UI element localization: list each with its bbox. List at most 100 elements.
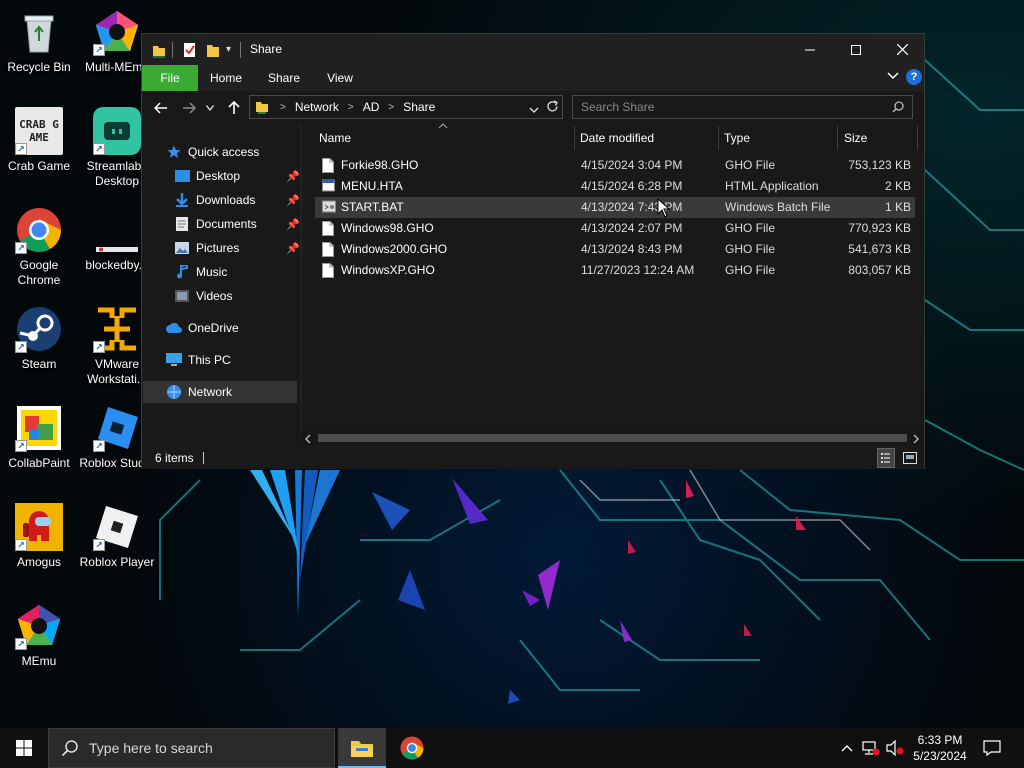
desktop-icon-recycle-bin[interactable]: Recycle Bin bbox=[0, 2, 78, 94]
shortcut-arrow-icon: ↗ bbox=[15, 440, 27, 452]
sidebar-item-quick-access[interactable]: Quick access bbox=[166, 141, 259, 163]
help-button[interactable]: ? bbox=[906, 69, 922, 85]
new-folder-icon[interactable] bbox=[206, 42, 220, 58]
recent-locations-button[interactable] bbox=[203, 97, 217, 119]
large-icons-view-button[interactable] bbox=[901, 448, 919, 468]
tab-file[interactable]: File bbox=[142, 65, 198, 91]
customize-toolbar-icon[interactable]: ▾ bbox=[226, 42, 231, 58]
taskbar-chrome[interactable] bbox=[388, 728, 436, 768]
address-bar[interactable]: > Network > AD > Share bbox=[249, 95, 563, 119]
sidebar-item-onedrive[interactable]: OneDrive bbox=[166, 317, 239, 339]
column-header-size[interactable]: Size bbox=[844, 126, 916, 150]
network-status-button[interactable] bbox=[860, 728, 882, 768]
title-bar[interactable]: ▾ Share bbox=[142, 34, 924, 65]
network-icon bbox=[166, 384, 182, 400]
close-button[interactable] bbox=[879, 34, 925, 65]
breadcrumb-ad[interactable]: AD bbox=[363, 100, 380, 114]
sidebar-item-downloads[interactable]: Downloads 📌 bbox=[174, 189, 300, 211]
taskbar-file-explorer[interactable] bbox=[338, 728, 386, 768]
taskbar-search-box[interactable]: Type here to search bbox=[48, 728, 335, 768]
breadcrumb-separator: > bbox=[388, 101, 395, 113]
volume-button[interactable] bbox=[884, 728, 906, 768]
up-button[interactable] bbox=[223, 97, 245, 119]
start-button[interactable] bbox=[0, 728, 48, 768]
show-hidden-icons-button[interactable] bbox=[838, 728, 856, 768]
desktop-icon-memu[interactable]: ↗ MEmu bbox=[0, 596, 78, 688]
search-input[interactable]: Search Share bbox=[572, 95, 913, 119]
sidebar-item-label: OneDrive bbox=[188, 321, 239, 335]
maximize-button[interactable] bbox=[833, 34, 879, 65]
desktop-icon-amogus[interactable]: ↗ Amogus bbox=[0, 497, 78, 589]
column-header-name[interactable]: Name bbox=[319, 126, 569, 150]
file-explorer-window[interactable]: ▾ Share File Home Share View ? > Network… bbox=[141, 33, 925, 469]
sidebar-item-label: Music bbox=[196, 265, 228, 279]
shortcut-arrow-icon: ↗ bbox=[15, 539, 27, 551]
file-size-cell: 541,673 KB bbox=[848, 242, 911, 256]
details-view-button[interactable] bbox=[877, 448, 895, 468]
window-title: Share bbox=[250, 42, 283, 56]
file-type-cell: GHO File bbox=[725, 221, 776, 235]
sidebar-item-label: Pictures bbox=[196, 241, 240, 255]
scroll-right-button[interactable] bbox=[912, 433, 922, 444]
file-list[interactable]: Name Date modified Type Size Forkie98.GH… bbox=[302, 123, 924, 444]
breadcrumb-network[interactable]: Network bbox=[295, 100, 339, 114]
star-icon bbox=[166, 144, 182, 160]
file-icon bbox=[322, 221, 334, 236]
clock-button[interactable]: 6:33 PM 5/23/2024 bbox=[908, 728, 972, 768]
file-date-cell: 4/15/2024 3:04 PM bbox=[581, 158, 683, 172]
scroll-thumb[interactable] bbox=[318, 434, 907, 442]
minimize-button[interactable] bbox=[787, 34, 833, 65]
sidebar-item-pictures[interactable]: Pictures 📌 bbox=[174, 237, 300, 259]
forward-button[interactable] bbox=[178, 97, 200, 119]
file-row[interactable]: WindowsXP.GHO 11/27/2023 12:24 AM GHO File… bbox=[315, 260, 915, 281]
breadcrumb-share[interactable]: Share bbox=[403, 100, 435, 114]
notifications-button[interactable] bbox=[978, 728, 1006, 768]
column-divider[interactable] bbox=[574, 126, 575, 150]
steam-icon: ↗ bbox=[15, 305, 63, 353]
chrome-icon: ↗ bbox=[15, 206, 63, 254]
sidebar-item-desktop[interactable]: Desktop 📌 bbox=[174, 165, 300, 187]
desktop-icon-roblox-player[interactable]: ↗ Roblox Player bbox=[78, 497, 156, 589]
tab-view[interactable]: View bbox=[316, 65, 364, 91]
notification-icon bbox=[983, 740, 1001, 756]
file-row[interactable]: MENU.HTA 4/15/2024 6:28 PM HTML Applicatio… bbox=[315, 176, 915, 197]
pin-icon: 📌 bbox=[286, 194, 300, 207]
column-divider[interactable] bbox=[837, 126, 838, 150]
scroll-left-button[interactable] bbox=[304, 433, 314, 444]
sidebar-item-videos[interactable]: Videos bbox=[174, 285, 232, 307]
properties-icon[interactable] bbox=[183, 42, 197, 58]
column-header-type[interactable]: Type bbox=[724, 126, 834, 150]
blockedby-icon bbox=[93, 206, 141, 254]
desktop-icon-crab-game[interactable]: CRAB GAME ↗ Crab Game bbox=[0, 101, 78, 193]
chrome-icon bbox=[400, 736, 424, 760]
file-row[interactable]: Windows98.GHO 4/13/2024 2:07 PM GHO File 77… bbox=[315, 218, 915, 239]
tab-home[interactable]: Home bbox=[200, 65, 252, 91]
desktop-icon-collabpaint[interactable]: ↗ CollabPaint bbox=[0, 398, 78, 490]
horizontal-scrollbar[interactable] bbox=[302, 431, 924, 445]
sidebar-item-this-pc[interactable]: This PC bbox=[166, 349, 231, 371]
file-row[interactable]: Windows2000.GHO 4/13/2024 8:43 PM GHO File… bbox=[315, 239, 915, 260]
tab-share[interactable]: Share bbox=[258, 65, 310, 91]
file-row[interactable]: Forkie98.GHO 4/15/2024 3:04 PM GHO File 753… bbox=[315, 155, 915, 176]
sidebar-item-label: Quick access bbox=[188, 145, 260, 159]
refresh-button[interactable] bbox=[546, 100, 559, 116]
chevron-right-icon bbox=[913, 434, 919, 444]
network-folder-icon bbox=[255, 99, 271, 115]
sidebar-item-music[interactable]: Music bbox=[174, 261, 227, 283]
file-name-cell: Windows2000.GHO bbox=[341, 242, 448, 256]
column-header-date-modified[interactable]: Date modified bbox=[580, 126, 716, 150]
sidebar-item-documents[interactable]: Documents 📌 bbox=[174, 213, 300, 235]
amogus-icon: ↗ bbox=[15, 503, 63, 551]
file-row[interactable]: START.BAT 4/13/2024 7:43 PM Windows Batch … bbox=[315, 197, 915, 218]
column-divider[interactable] bbox=[718, 126, 719, 150]
address-dropdown-button[interactable] bbox=[529, 103, 539, 117]
recycle-bin-icon bbox=[15, 8, 63, 56]
back-button[interactable] bbox=[150, 97, 172, 119]
expand-ribbon-button[interactable] bbox=[885, 69, 901, 85]
navigation-pane[interactable]: Quick access Desktop 📌 Downloads 📌 Docum… bbox=[142, 124, 302, 434]
sidebar-item-network[interactable]: Network bbox=[166, 381, 232, 403]
clock-time: 6:33 PM bbox=[917, 733, 963, 747]
desktop-icon-steam[interactable]: ↗ Steam bbox=[0, 299, 78, 391]
column-divider[interactable] bbox=[917, 126, 918, 150]
desktop-icon-google-chrome[interactable]: ↗ Google Chrome bbox=[0, 200, 78, 292]
